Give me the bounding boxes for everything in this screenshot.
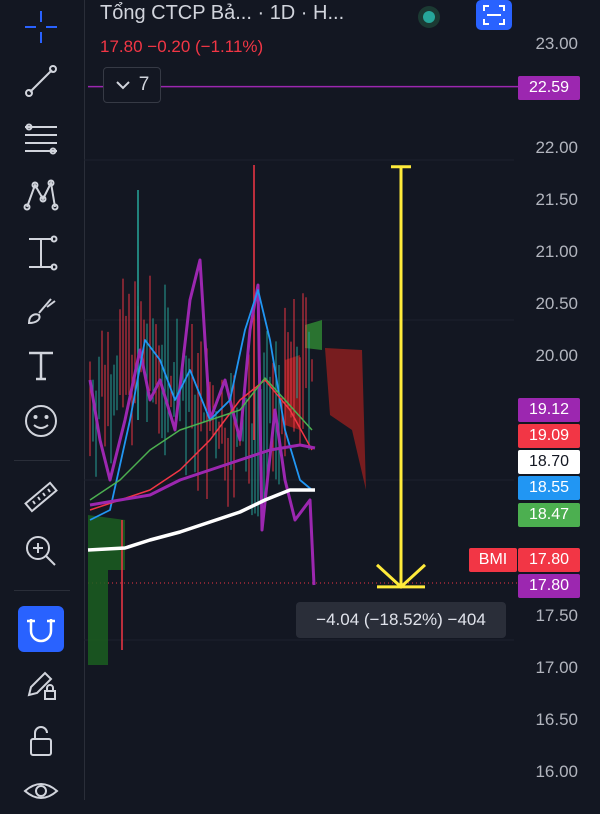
symbol-title[interactable]: Tổng CTCP Bả... · 1D · H... xyxy=(100,2,344,25)
market-status-icon xyxy=(418,6,440,28)
emoji-icon[interactable] xyxy=(18,398,64,444)
toolbar-divider xyxy=(14,460,70,461)
price-axis-label: 20.00 xyxy=(535,346,578,365)
trend-line-icon[interactable] xyxy=(18,58,64,104)
price-axis-label: 21.00 xyxy=(535,242,578,261)
chevron-down-icon xyxy=(115,81,130,90)
zoom-in-icon[interactable] xyxy=(18,528,64,574)
price-axis-label: 20.50 xyxy=(535,294,578,313)
ruler-icon[interactable] xyxy=(18,474,64,520)
price-tag: 18.47 xyxy=(518,503,580,527)
indicators-count: 7 xyxy=(138,74,150,95)
price-axis-label: 16.00 xyxy=(535,762,578,781)
magnet-icon[interactable] xyxy=(18,606,64,652)
price-axis-label: 22.00 xyxy=(535,138,578,157)
fullscreen-button[interactable] xyxy=(476,0,512,30)
eye-icon[interactable] xyxy=(18,768,64,814)
cloud-fill xyxy=(325,348,366,490)
measure-price-icon[interactable] xyxy=(18,230,64,276)
price-tag: 22.59 xyxy=(518,76,580,100)
measure-label: −4.04 (−18.52%) −404 xyxy=(296,602,506,638)
price-tag: 18.55 xyxy=(518,476,580,500)
fullscreen-icon xyxy=(483,5,505,25)
indicators-collapse-button[interactable]: 7 xyxy=(103,67,161,103)
cloud-fill xyxy=(305,320,322,350)
brush-icon[interactable] xyxy=(18,286,64,332)
cloud-fill xyxy=(285,355,300,430)
text-icon[interactable] xyxy=(18,342,64,388)
ticker-badge: BMI xyxy=(469,548,517,572)
price-change: 17.80 −0.20 (−1.11%) xyxy=(100,37,264,56)
pattern-icon[interactable] xyxy=(18,172,64,218)
price-axis-label: 16.50 xyxy=(535,710,578,729)
price-axis-label: 21.50 xyxy=(535,190,578,209)
unlock-icon[interactable] xyxy=(18,718,64,764)
price-axis-label: 23.00 xyxy=(535,34,578,53)
edit-lock-icon[interactable] xyxy=(18,662,64,708)
price-tag: 17.80 xyxy=(518,548,580,572)
price-tag: 17.80 xyxy=(518,574,580,598)
price-tag: 19.12 xyxy=(518,398,580,422)
crosshair-icon[interactable] xyxy=(18,4,64,50)
price-tag: 19.09 xyxy=(518,424,580,448)
cloud-fill xyxy=(88,515,125,665)
toolbar-divider xyxy=(14,590,70,591)
drawing-toolbar xyxy=(0,0,85,800)
price-tag: 18.70 xyxy=(518,450,580,474)
price-axis-label: 17.50 xyxy=(535,606,578,625)
fib-retracement-icon[interactable] xyxy=(18,116,64,162)
price-axis-label: 17.00 xyxy=(535,658,578,677)
